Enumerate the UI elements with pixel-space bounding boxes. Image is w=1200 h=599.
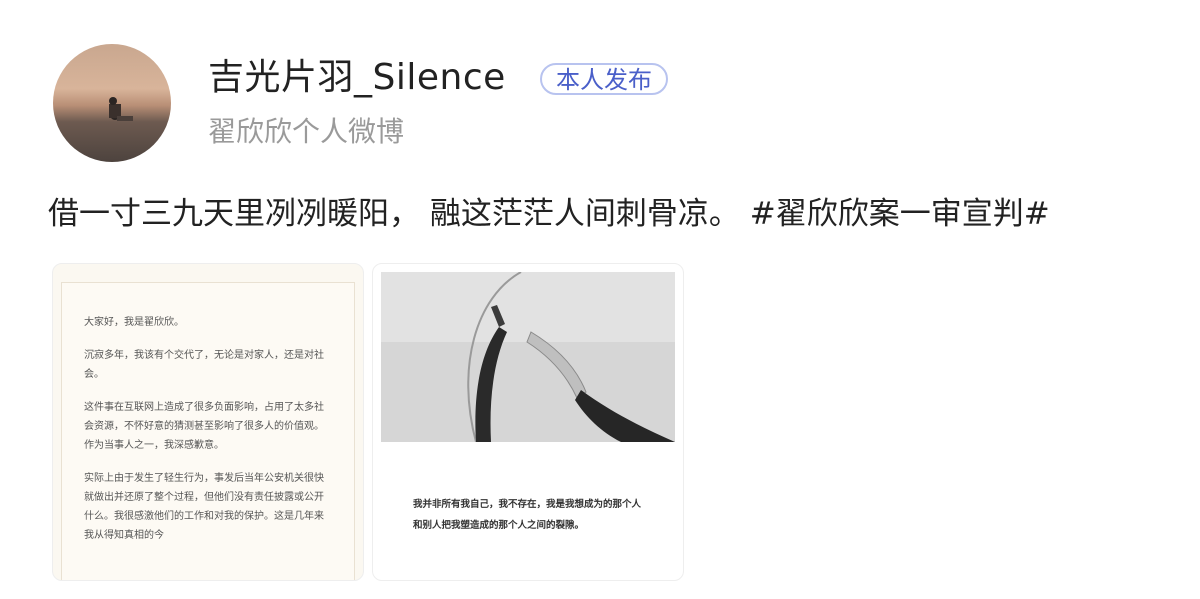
letter-page: 大家好，我是翟欣欣。 沉寂多年，我该有个交代了，无论是对家人，还是对社会。 这件… <box>61 282 355 580</box>
avatar[interactable] <box>53 44 171 162</box>
mirror-hands-illustration <box>381 272 675 442</box>
author-source[interactable]: 翟欣欣个人微博 <box>208 114 404 150</box>
post-text: 借一寸三九天里冽冽暖阳， 融这茫茫人间刺骨凉。 #翟欣欣案一审宣判# <box>48 192 1050 236</box>
figure-shape-body <box>109 104 121 118</box>
avatar-photo <box>109 97 133 121</box>
figure-shape-legs <box>117 116 133 121</box>
figure-shape-head <box>109 97 117 105</box>
author-badge: 本人发布 <box>540 63 668 95</box>
letter-paragraph: 大家好，我是翟欣欣。 <box>84 317 184 328</box>
post-image-letter[interactable]: 大家好，我是翟欣欣。 沉寂多年，我该有个交代了，无论是对家人，还是对社会。 这件… <box>52 263 364 581</box>
photo-caption: 我并非所有我自己，我不存在，我是我想成为的那个人和别人把我塑造成的那个人之间的裂… <box>413 499 642 531</box>
post-image-photo[interactable]: 我并非所有我自己，我不存在，我是我想成为的那个人和别人把我塑造成的那个人之间的裂… <box>372 263 684 581</box>
letter-paragraph: 沉寂多年，我该有个交代了，无论是对家人，还是对社会。 <box>84 350 324 380</box>
letter-paragraph: 实际上由于发生了轻生行为，事发后当年公安机关很快就做出并还原了整个过程，但他们没… <box>84 473 324 541</box>
author-name[interactable]: 吉光片羽_Silence <box>208 56 506 100</box>
mirror-photo <box>381 272 675 442</box>
post-hashtag[interactable]: #翟欣欣案一审宣判# <box>750 196 1050 232</box>
post-body: 借一寸三九天里冽冽暖阳， 融这茫茫人间刺骨凉。 <box>48 196 740 232</box>
letter-paragraph: 这件事在互联网上造成了很多负面影响，占用了太多社会资源，不怀好意的猜测甚至影响了… <box>84 402 324 451</box>
